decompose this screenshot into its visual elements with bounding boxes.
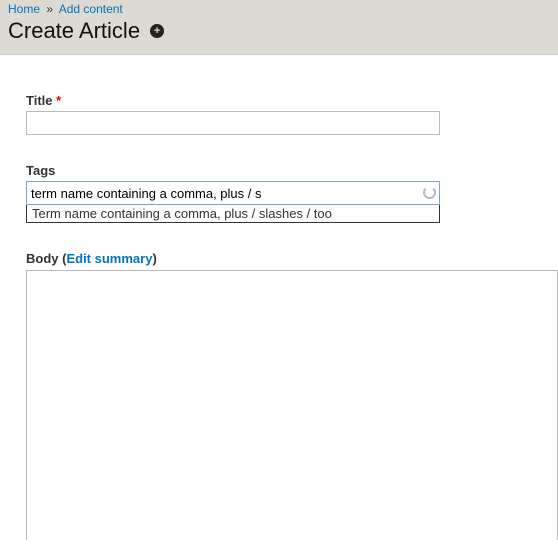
tags-label: Tags (26, 163, 540, 178)
page-title: Create Article + (8, 18, 550, 44)
tags-autocomplete: Term name containing a comma, plus / sla… (26, 205, 440, 223)
body-label: Body (Edit summary) (26, 251, 540, 266)
page-title-text: Create Article (8, 18, 140, 44)
throbber-icon (423, 186, 436, 199)
body-textarea[interactable] (26, 270, 558, 540)
edit-summary-link[interactable]: Edit summary (66, 251, 152, 266)
title-label-text: Title (26, 93, 53, 108)
breadcrumb-separator: » (46, 2, 53, 16)
title-input[interactable] (26, 111, 440, 135)
content-form: Title * Tags Term name containing a comm… (0, 55, 558, 540)
body-label-text: Body (26, 251, 59, 266)
tags-field-wrapper: Tags Term name containing a comma, plus … (26, 163, 540, 223)
breadcrumb-home-link[interactable]: Home (8, 2, 40, 16)
required-mark: * (56, 93, 61, 108)
autocomplete-suggestion[interactable]: Term name containing a comma, plus / sla… (27, 205, 439, 222)
tags-input[interactable] (26, 181, 440, 205)
title-label: Title * (26, 93, 540, 108)
breadcrumb-add-content-link[interactable]: Add content (59, 2, 123, 16)
body-field-wrapper: Body (Edit summary) (26, 251, 540, 540)
plus-icon[interactable]: + (150, 24, 164, 38)
breadcrumb: Home » Add content (8, 2, 550, 16)
header-bar: Home » Add content Create Article + (0, 0, 558, 55)
title-field-wrapper: Title * (26, 93, 540, 135)
